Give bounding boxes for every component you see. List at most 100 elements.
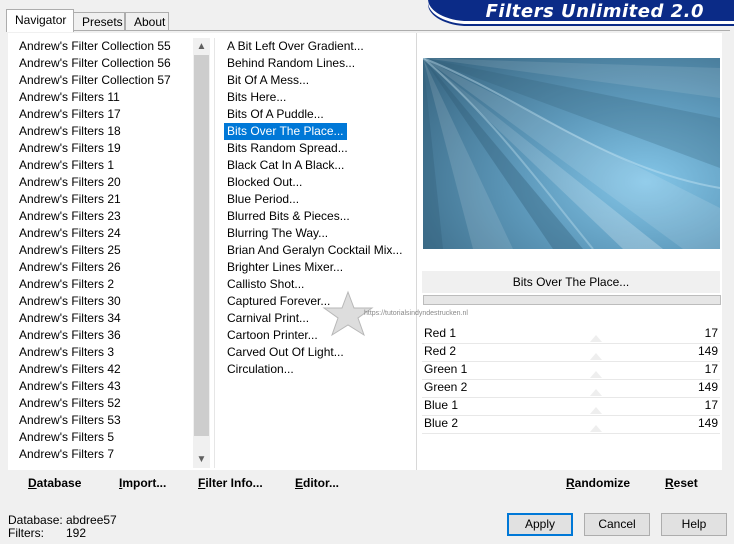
category-item[interactable]: Andrew's Filters 30 <box>16 293 124 310</box>
app-title: Filters Unlimited 2.0 <box>485 1 704 22</box>
category-item[interactable]: Andrew's Filters 36 <box>16 327 124 344</box>
category-item[interactable]: Andrew's Filters 34 <box>16 310 124 327</box>
help-button[interactable]: Help <box>661 513 727 536</box>
watermark-logo: https://tutorialsindyndestrucken.nl <box>318 290 498 340</box>
slider-marker-icon <box>590 425 602 432</box>
filter-item[interactable]: Captured Forever... <box>224 293 333 310</box>
import-button[interactable]: Import... <box>119 476 166 490</box>
filter-item[interactable]: Black Cat In A Black... <box>224 157 347 174</box>
title-banner: Filters Unlimited 2.0 <box>428 0 734 24</box>
filters-label: Filters: <box>8 526 44 540</box>
filter-info-button[interactable]: Filter Info... <box>198 476 263 490</box>
category-item[interactable]: Andrew's Filter Collection 55 <box>16 38 174 55</box>
filter-item[interactable]: Callisto Shot... <box>224 276 307 293</box>
category-item[interactable]: Andrew's Filters 26 <box>16 259 124 276</box>
filter-preview <box>423 58 720 249</box>
filter-item[interactable]: Blurring The Way... <box>224 225 331 242</box>
category-item[interactable]: Andrew's Filters 3 <box>16 344 117 361</box>
tab-presets[interactable]: Presets <box>73 12 125 30</box>
filter-list[interactable]: A Bit Left Over Gradient... Behind Random… <box>224 38 414 468</box>
parameter-value: 149 <box>697 416 718 430</box>
parameter-value: 17 <box>704 326 718 340</box>
category-item[interactable]: Andrew's Filters 2 <box>16 276 117 293</box>
category-item[interactable]: Andrew's Filters 43 <box>16 378 124 395</box>
category-item[interactable]: Andrew's Filters 21 <box>16 191 124 208</box>
filter-item[interactable]: Bits Random Spread... <box>224 140 351 157</box>
watermark-url: https://tutorialsindyndestrucken.nl <box>364 310 468 317</box>
category-item[interactable]: Andrew's Filters 7 <box>16 446 117 463</box>
filter-item[interactable]: Behind Random Lines... <box>224 55 358 72</box>
category-item[interactable]: Andrew's Filters 52 <box>16 395 124 412</box>
parameter-row[interactable]: Blue 1 17 <box>422 397 720 416</box>
tab-divider <box>6 30 730 31</box>
parameter-row[interactable]: Green 1 17 <box>422 361 720 380</box>
parameter-value: 149 <box>697 344 718 358</box>
category-item[interactable]: Andrew's Filters 11 <box>16 89 123 106</box>
filter-item[interactable]: Blurred Bits & Pieces... <box>224 208 353 225</box>
parameter-label: Red 2 <box>424 344 457 358</box>
database-label: Database: <box>8 513 63 527</box>
parameter-row[interactable]: Red 2 149 <box>422 343 720 362</box>
filter-item[interactable]: Bit Of A Mess... <box>224 72 312 89</box>
filter-item[interactable]: Bits Over The Place... <box>224 123 347 140</box>
parameter-row[interactable]: Green 2 149 <box>422 379 720 398</box>
database-value: abdree57 <box>66 513 117 527</box>
reset-button[interactable]: Reset <box>665 476 698 490</box>
slider-marker-icon <box>590 335 602 342</box>
slider-marker-icon <box>590 353 602 360</box>
filter-item[interactable]: Carved Out Of Light... <box>224 344 347 361</box>
slider-marker-icon <box>590 371 602 378</box>
parameter-label: Blue 2 <box>424 416 459 430</box>
panel-divider <box>416 33 417 470</box>
category-item[interactable]: Andrew's Filters 42 <box>16 361 124 378</box>
slider-marker-icon <box>590 407 602 414</box>
category-scrollbar[interactable]: ▲ ▼ <box>193 38 210 468</box>
category-item[interactable]: Andrew's Filters 5 <box>16 429 117 446</box>
category-item[interactable]: Andrew's Filter Collection 56 <box>16 55 174 72</box>
filter-item[interactable]: Bits Here... <box>224 89 289 106</box>
filter-item[interactable]: Cartoon Printer... <box>224 327 321 344</box>
filter-item[interactable]: A Bit Left Over Gradient... <box>224 38 367 55</box>
slider-marker-icon <box>590 389 602 396</box>
parameter-label: Blue 1 <box>424 398 459 412</box>
category-item[interactable]: Andrew's Filters 53 <box>16 412 124 429</box>
category-item[interactable]: Andrew's Filters 18 <box>16 123 124 140</box>
editor-button[interactable]: Editor... <box>295 476 339 490</box>
category-list[interactable]: Andrew's Filter Collection 55 Andrew's Fi… <box>16 38 193 468</box>
list-divider <box>214 38 215 468</box>
category-item[interactable]: Andrew's Filters 1 <box>16 157 117 174</box>
scroll-down-icon[interactable]: ▼ <box>193 451 210 468</box>
cancel-button[interactable]: Cancel <box>584 513 650 536</box>
parameter-label: Green 1 <box>424 362 468 376</box>
preview-image <box>423 58 720 249</box>
category-item[interactable]: Andrew's Filters 23 <box>16 208 124 225</box>
filter-item[interactable]: Brighter Lines Mixer... <box>224 259 346 276</box>
category-item[interactable]: Andrew's Filter Collection 57 <box>16 72 174 89</box>
filter-item[interactable]: Carnival Print... <box>224 310 312 327</box>
parameter-row[interactable]: Blue 2 149 <box>422 415 720 434</box>
tab-navigator[interactable]: Navigator <box>6 9 74 32</box>
parameter-label: Green 2 <box>424 380 468 394</box>
scroll-up-icon[interactable]: ▲ <box>193 38 210 55</box>
category-item[interactable]: Andrew's Filters 20 <box>16 174 124 191</box>
category-item[interactable]: Andrew's Filters 17 <box>16 106 124 123</box>
parameter-value: 17 <box>704 362 718 376</box>
tab-bar: Navigator Presets About <box>6 9 426 32</box>
filter-item[interactable]: Blocked Out... <box>224 174 305 191</box>
database-button[interactable]: Database <box>28 476 81 490</box>
category-item[interactable]: Andrew's Filters 25 <box>16 242 124 259</box>
apply-button[interactable]: Apply <box>507 513 573 536</box>
filters-value: 192 <box>66 526 87 540</box>
randomize-button[interactable]: Randomize <box>566 476 630 490</box>
filter-item[interactable]: Blue Period... <box>224 191 302 208</box>
filter-item[interactable]: Bits Of A Puddle... <box>224 106 327 123</box>
scroll-thumb[interactable] <box>194 55 209 436</box>
filter-item[interactable]: Brian And Geralyn Cocktail Mix... <box>224 242 405 259</box>
parameter-value: 17 <box>704 398 718 412</box>
category-item[interactable]: Andrew's Filters 19 <box>16 140 124 157</box>
category-item[interactable]: Andrew's Filters 24 <box>16 225 124 242</box>
bottom-toolbar: Database Import... Filter Info... Editor… <box>8 470 722 498</box>
tab-about[interactable]: About <box>125 12 169 30</box>
filter-item[interactable]: Circulation... <box>224 361 297 378</box>
parameter-value: 149 <box>697 380 718 394</box>
